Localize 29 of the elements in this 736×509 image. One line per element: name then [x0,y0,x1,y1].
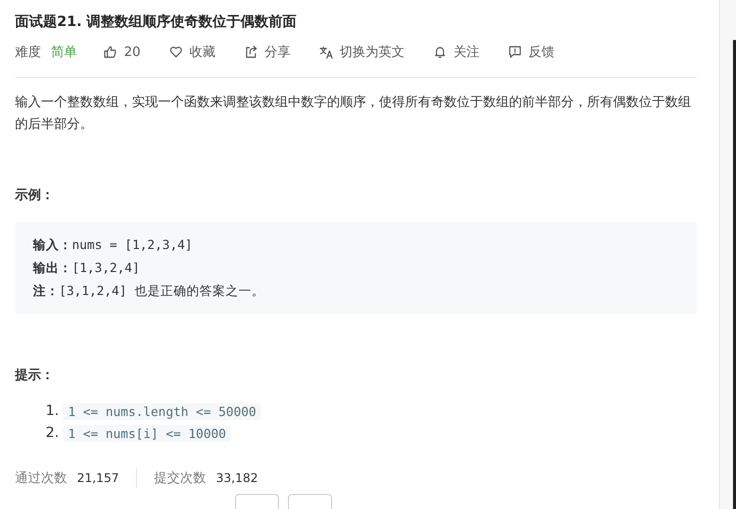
favorite-action[interactable]: 收藏 [168,43,216,61]
inline-code: 1 <= nums.length <= 50000 [63,402,262,420]
stat-value: 33,182 [216,471,258,485]
inline-code: 1 <= nums[i] <= 10000 [63,424,232,442]
stat-label: 通过次数 [15,470,67,487]
bell-icon [432,45,447,59]
problem-title: 面试题21. 调整数组顺序使奇数位于偶数前面 [15,12,298,32]
hints-heading: 提示： [15,367,55,385]
translate-action[interactable]: 切换为英文 [318,43,405,61]
code-line: 注：[3,1,2,4] 也是正确的答案之一。 [33,282,266,300]
code-line: 输入：nums = [1,2,3,4] [33,236,194,254]
list-number: 2. [44,425,59,441]
share-action[interactable]: 分享 [244,43,291,61]
example-heading: 示例： [15,187,55,205]
follow-action[interactable]: 关注 [432,43,480,61]
list-number: 1. [44,403,59,419]
feedback-icon [508,45,522,59]
heart-icon [168,45,183,59]
like-action[interactable]: 20 [103,44,141,60]
code-line: 输出：[1,3,2,4] [33,259,141,277]
stat-label: 提交次数 [154,470,206,487]
description: 输入一个整数数组，实现一个函数来调整该数组中数字的顺序，使得所有奇数位于数组的前半部分，所有偶数位于数组的后半部分。 [15,94,692,134]
thumbs-up-icon [103,45,117,59]
difficulty-label: 难度 [15,44,41,61]
difficulty-value: 简单 [51,44,77,61]
translate-icon [318,45,333,59]
share-icon [244,45,258,59]
stat-value: 21,157 [77,471,119,485]
feedback-action[interactable]: 反馈 [508,43,555,61]
